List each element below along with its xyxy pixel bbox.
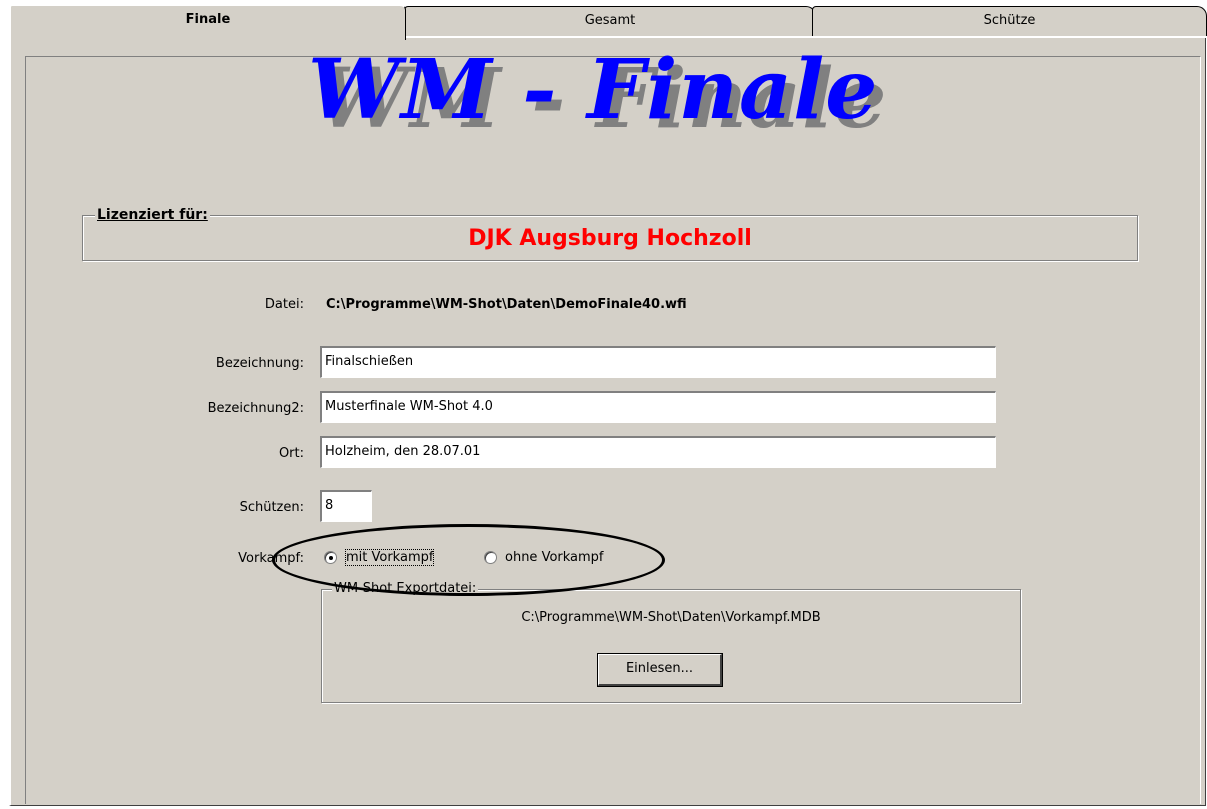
tab-finale[interactable]: Finale <box>9 4 406 40</box>
bezeichnung2-input[interactable]: Musterfinale WM-Shot 4.0 <box>320 391 996 423</box>
bezeichnung-input[interactable]: Finalschießen <box>320 346 996 378</box>
radio-mit-vorkampf[interactable] <box>324 551 337 564</box>
radio-mit-vorkampf-label[interactable]: mit Vorkampf <box>344 549 435 566</box>
license-legend: Lizenziert für: <box>95 207 210 223</box>
license-holder-name: DJK Augsburg Hochzoll <box>468 226 752 251</box>
tab-schuetze[interactable]: Schütze <box>812 6 1207 36</box>
bezeichnung-label: Bezeichnung: <box>215 356 304 371</box>
export-file-path: C:\Programme\WM-Shot\Daten\Vorkampf.MDB <box>521 610 821 625</box>
bezeichnung2-label: Bezeichnung2: <box>207 401 304 416</box>
radio-ohne-vorkampf[interactable] <box>484 551 497 564</box>
schuetzen-label: Schützen: <box>239 500 304 515</box>
file-label: Datei: <box>264 297 304 312</box>
tab-strip: Gesamt Schütze Finale <box>0 0 1207 40</box>
vorkampf-label: Vorkampf: <box>238 551 304 566</box>
ort-input[interactable]: Holzheim, den 28.07.01 <box>320 436 996 468</box>
schuetzen-input[interactable]: 8 <box>320 490 372 522</box>
ort-label: Ort: <box>278 446 304 461</box>
app-title: WM - Finale <box>308 42 879 138</box>
license-group: Lizenziert für: DJK Augsburg Hochzoll <box>82 207 1138 261</box>
radio-selected-dot <box>329 556 333 560</box>
export-group: WM-Shot Exportdatei: C:\Programme\WM-Sho… <box>321 581 1021 703</box>
radio-ohne-vorkampf-label[interactable]: ohne Vorkampf <box>505 550 604 565</box>
tab-gesamt[interactable]: Gesamt <box>404 6 816 36</box>
file-path: C:\Programme\WM-Shot\Daten\DemoFinale40.… <box>326 297 687 312</box>
export-legend: WM-Shot Exportdatei: <box>332 581 479 596</box>
einlesen-button[interactable]: Einlesen... <box>597 653 723 687</box>
